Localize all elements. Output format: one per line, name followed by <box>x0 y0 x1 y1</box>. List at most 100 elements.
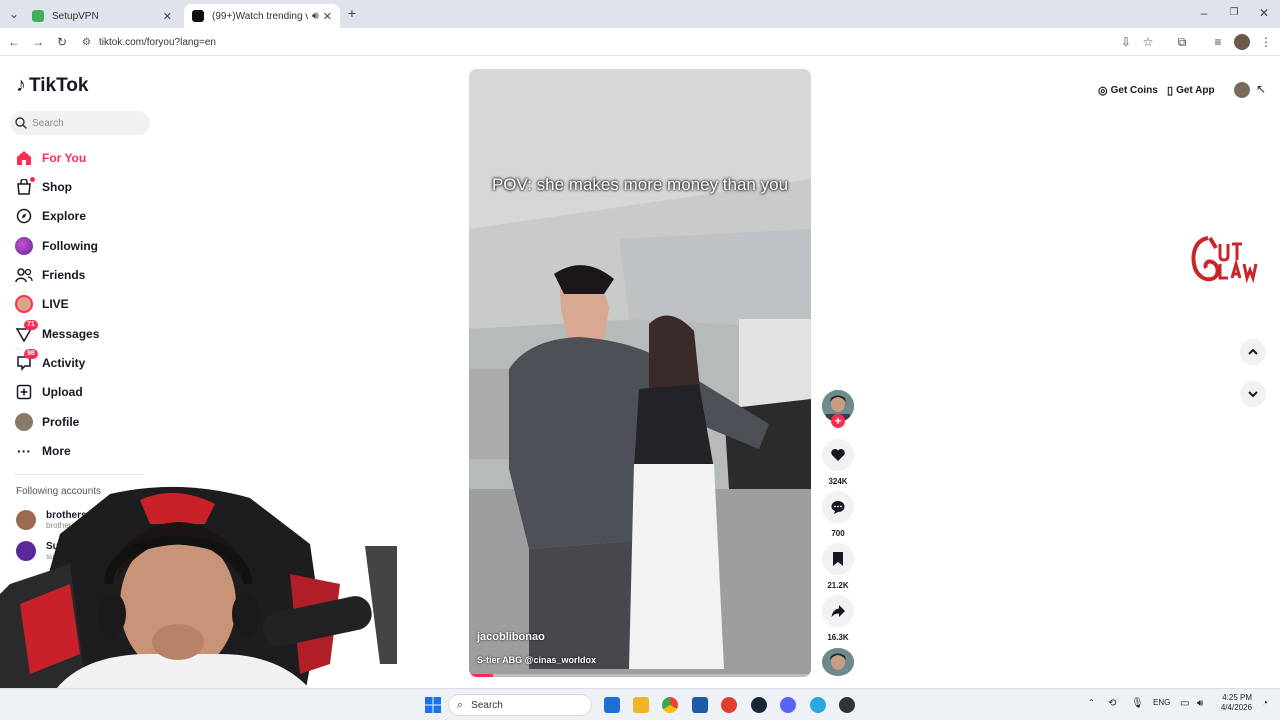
get-app-link[interactable]: ▯ Get App <box>1167 84 1215 97</box>
profile-avatar-icon <box>14 412 34 432</box>
tab-setupvpn[interactable]: SetupVPN ✕ <box>24 4 180 28</box>
get-coins-link[interactable]: ◎ Get Coins <box>1098 84 1158 97</box>
language-indicator[interactable]: ENG <box>1153 698 1170 707</box>
activity-icon: 98 <box>14 349 38 373</box>
tab-tiktok[interactable]: (99+)Watch trending videos 🔊︎ ✕ <box>184 4 340 28</box>
site-info-icon[interactable]: ⚙ <box>82 37 91 48</box>
vpn-favicon-icon <box>32 10 44 22</box>
address-bar[interactable]: ⚙ tiktok.com/foryou?lang=en <box>82 31 1142 53</box>
shop-icon <box>14 177 35 197</box>
comment-button[interactable] <box>822 491 854 523</box>
next-video-button[interactable] <box>1240 381 1266 407</box>
app-icon[interactable] <box>721 697 737 713</box>
share-count: 16.3K <box>827 633 849 642</box>
chrome-icon[interactable] <box>662 697 678 713</box>
nav-more[interactable]: ··· More <box>14 439 71 463</box>
notification-dot <box>30 177 35 182</box>
nav-label: For You <box>42 151 87 165</box>
video-frame <box>469 69 811 677</box>
more-icon: ··· <box>17 443 31 459</box>
minimize-icon[interactable]: – <box>1196 5 1212 21</box>
network-icon[interactable]: ▭ <box>1180 698 1189 709</box>
like-button[interactable] <box>822 439 854 471</box>
menu-kebab-icon[interactable]: ⋮ <box>1258 34 1274 50</box>
store-icon[interactable] <box>604 697 620 713</box>
windows-taskbar: ⌕ Search ⌃ ⟲ 🎙︎ ENG ▭ 🔊︎ 4:25 PM 4/4/202… <box>0 688 1280 720</box>
nav-following[interactable]: Following <box>14 234 98 258</box>
forward-icon[interactable]: → <box>30 34 46 50</box>
share-button[interactable] <box>822 595 854 627</box>
discord-icon[interactable] <box>780 697 796 713</box>
clock[interactable]: 4:25 PM 4/4/2026 <box>1218 693 1252 713</box>
nav-friends[interactable]: Friends <box>14 263 85 287</box>
media-control-icon[interactable]: ≡ <box>1210 34 1226 50</box>
bookmark-star-icon[interactable]: ☆ <box>1140 34 1156 50</box>
date: 4/4/2026 <box>1220 703 1252 712</box>
app-icon[interactable] <box>692 697 708 713</box>
sound-disc-avatar[interactable] <box>822 648 854 676</box>
nav-label: Shop <box>42 180 72 194</box>
tiktok-note-icon: ♪ <box>16 74 26 96</box>
time: 4:25 PM <box>1222 693 1252 702</box>
tray-app-icon[interactable]: ⟲ <box>1108 698 1116 709</box>
outlaw-logo <box>1191 236 1258 284</box>
nav-messages[interactable]: 71 Messages <box>14 320 100 346</box>
nav-live[interactable]: LIVE <box>14 292 69 316</box>
previous-video-button[interactable] <box>1240 339 1266 365</box>
restore-icon[interactable]: ❐ <box>1226 5 1242 21</box>
microphone-icon[interactable]: 🎙︎ <box>1131 698 1144 709</box>
search-icon: ⌕ <box>457 698 464 711</box>
friends-icon <box>14 265 34 285</box>
extensions-icon[interactable]: ⧉ <box>1174 34 1190 50</box>
back-icon[interactable]: ← <box>6 34 22 50</box>
browser-toolbar: ← → ↻ ⚙ tiktok.com/foryou?lang=en ⇩ ☆ ⧉ … <box>0 28 1280 56</box>
new-tab-icon[interactable]: + <box>344 5 360 21</box>
save-button[interactable] <box>822 543 854 575</box>
nav-label: More <box>42 444 71 458</box>
bookmark-icon <box>833 552 843 566</box>
follow-plus-button[interactable]: + <box>831 414 845 428</box>
nav-label: Activity <box>42 356 86 370</box>
nav-for-you[interactable]: For You <box>14 146 86 170</box>
video-progress-bar[interactable] <box>469 674 811 677</box>
profile-avatar-icon[interactable] <box>1234 34 1250 50</box>
nav-label: Explore <box>42 209 87 223</box>
steam-icon[interactable] <box>751 697 767 713</box>
windows-start-icon[interactable] <box>425 697 441 713</box>
video-description: S-tier ABG @cinas_worldox <box>477 655 596 665</box>
video-progress-fill <box>469 674 493 677</box>
messages-badge: 71 <box>24 320 38 330</box>
following-avatar-icon <box>14 236 34 256</box>
video-username[interactable]: jacoblibonao <box>477 631 545 643</box>
taskbar-search[interactable]: ⌕ Search <box>448 694 592 716</box>
tiktok-logo[interactable]: ♪ TikTok <box>16 74 88 97</box>
nav-label: Messages <box>42 327 100 341</box>
nav-activity[interactable]: 98 Activity <box>14 349 86 375</box>
nav-explore[interactable]: Explore <box>14 204 86 228</box>
obs-icon[interactable] <box>839 697 855 713</box>
close-window-icon[interactable]: ✕ <box>1256 5 1272 21</box>
file-explorer-icon[interactable] <box>633 697 649 713</box>
volume-icon[interactable]: 🔊︎ <box>1197 698 1203 709</box>
nav-upload[interactable]: Upload <box>14 380 83 404</box>
reload-icon[interactable]: ↻ <box>54 34 70 50</box>
tiktok-favicon-icon <box>192 10 204 22</box>
app-icon[interactable] <box>810 697 826 713</box>
speaker-icon[interactable]: 🔊︎ <box>312 10 319 23</box>
search-input[interactable]: Search <box>10 111 150 135</box>
nav-profile[interactable]: Profile <box>14 410 79 434</box>
nav-label: Upload <box>42 385 83 399</box>
install-app-icon[interactable]: ⇩ <box>1118 34 1134 50</box>
tray-chevron-up-icon[interactable]: ⌃ <box>1088 698 1095 707</box>
get-app-label: Get App <box>1176 85 1215 96</box>
video-player[interactable]: POV: she makes more money than you jacob… <box>469 69 811 677</box>
close-tab-icon[interactable]: ✕ <box>323 10 332 23</box>
notification-bell-icon[interactable]: ◔ <box>1262 698 1268 709</box>
close-tab-icon[interactable]: ✕ <box>163 10 172 23</box>
nav-label: Following <box>42 239 98 253</box>
browser-tab-bar: ⌄ SetupVPN ✕ (99+)Watch trending videos … <box>0 0 1280 28</box>
user-avatar[interactable] <box>1234 82 1250 98</box>
search-placeholder: Search <box>32 117 64 129</box>
nav-shop[interactable]: Shop <box>14 175 72 199</box>
tab-search-icon[interactable]: ⌄ <box>6 6 22 22</box>
